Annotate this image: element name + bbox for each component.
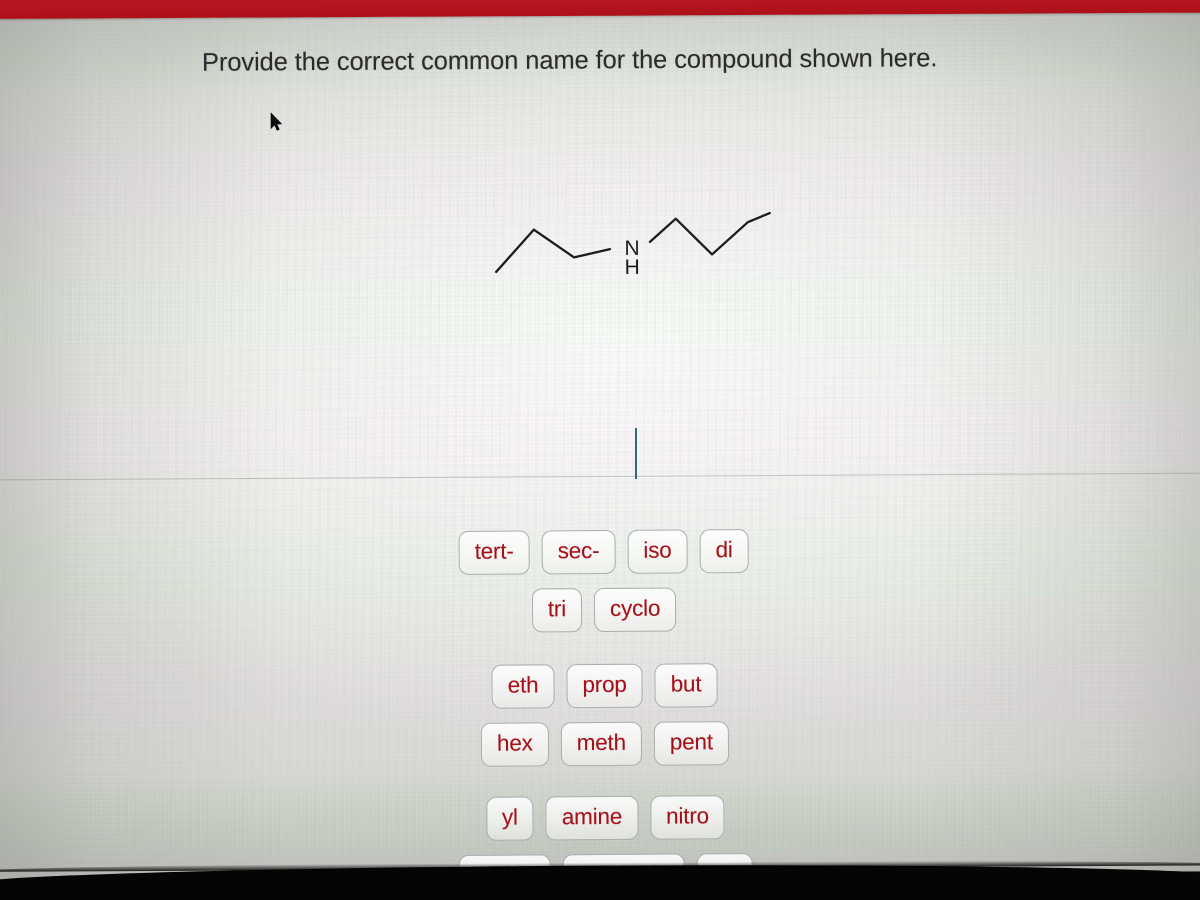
chip-yl[interactable]: yl xyxy=(485,796,534,841)
answer-row-4: hex meth pent xyxy=(5,718,1200,770)
monitor-bottom-bezel xyxy=(0,862,1200,900)
chip-prop[interactable]: prop xyxy=(566,663,643,709)
answer-row-5: yl amine nitro xyxy=(5,792,1200,844)
bond-ethyl-chain xyxy=(494,228,612,274)
answer-row-3: eth prop but xyxy=(4,660,1200,712)
bond-propyl-chain xyxy=(648,211,771,256)
chip-tri[interactable]: tri xyxy=(531,588,583,633)
arrow-pointer-icon xyxy=(270,112,282,131)
question-prompt: Provide the correct common name for the … xyxy=(201,44,938,77)
page-content: Provide the correct common name for the … xyxy=(0,0,1200,900)
molecule-structure: N H xyxy=(470,194,791,306)
chip-pent[interactable]: pent xyxy=(653,721,730,766)
chip-tert[interactable]: tert- xyxy=(458,530,530,575)
chip-cyclo[interactable]: cyclo xyxy=(593,587,677,633)
answer-row-1: tert- sec- iso di xyxy=(4,526,1200,578)
content-divider xyxy=(0,472,1200,481)
chip-nitro[interactable]: nitro xyxy=(649,795,726,840)
chip-iso[interactable]: iso xyxy=(627,529,688,574)
chip-di[interactable]: di xyxy=(699,529,749,574)
answer-bank: tert- sec- iso di tri cyclo eth prop but… xyxy=(0,0,1200,899)
atom-label-hydrogen: H xyxy=(624,255,640,280)
chip-amine[interactable]: amine xyxy=(545,795,639,841)
chip-meth[interactable]: meth xyxy=(560,721,643,767)
chip-eth[interactable]: eth xyxy=(491,664,555,709)
chip-sec[interactable]: sec- xyxy=(541,529,616,575)
answer-row-2: tri cyclo xyxy=(4,584,1200,636)
text-caret xyxy=(635,428,638,479)
chip-hex[interactable]: hex xyxy=(480,722,549,767)
monitor-photo: Provide the correct common name for the … xyxy=(0,0,1200,900)
chip-but[interactable]: but xyxy=(654,663,718,708)
mouse-cursor xyxy=(270,112,284,132)
